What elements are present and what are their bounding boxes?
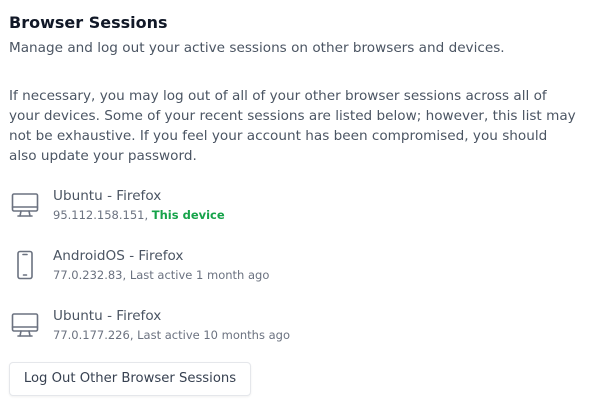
session-ip: 77.0.232.83, [53,268,127,282]
desktop-icon [9,189,41,221]
desktop-icon [9,309,41,341]
session-name: Ubuntu - Firefox [53,308,162,324]
session-meta: 77.0.232.83, Last active 1 month ago [53,266,269,284]
session-item: Ubuntu - Firefox 95.112.158.151, This de… [9,186,569,230]
session-meta: 77.0.177.226, Last active 10 months ago [53,326,290,344]
session-item: AndroidOS - Firefox 77.0.232.83, Last ac… [9,246,569,290]
session-name: AndroidOS - Firefox [53,248,184,264]
session-item: Ubuntu - Firefox 77.0.177.226, Last acti… [9,306,569,350]
session-ip: 95.112.158.151, [53,208,149,222]
mobile-icon [9,249,41,281]
logout-other-sessions-button[interactable]: Log Out Other Browser Sessions [9,362,251,396]
browser-sessions-panel: Browser Sessions Manage and log out your… [0,0,600,418]
section-title: Browser Sessions [9,13,168,32]
section-subtitle: Manage and log out your active sessions … [9,40,505,56]
section-description: If necessary, you may log out of all of … [9,88,576,164]
session-ip: 77.0.177.226, [53,328,134,342]
session-name: Ubuntu - Firefox [53,188,162,204]
session-last-active: Last active 1 month ago [129,268,270,282]
session-last-active: Last active 10 months ago [137,328,291,342]
session-meta: 95.112.158.151, This device [53,206,225,224]
this-device-label: This device [151,208,225,222]
